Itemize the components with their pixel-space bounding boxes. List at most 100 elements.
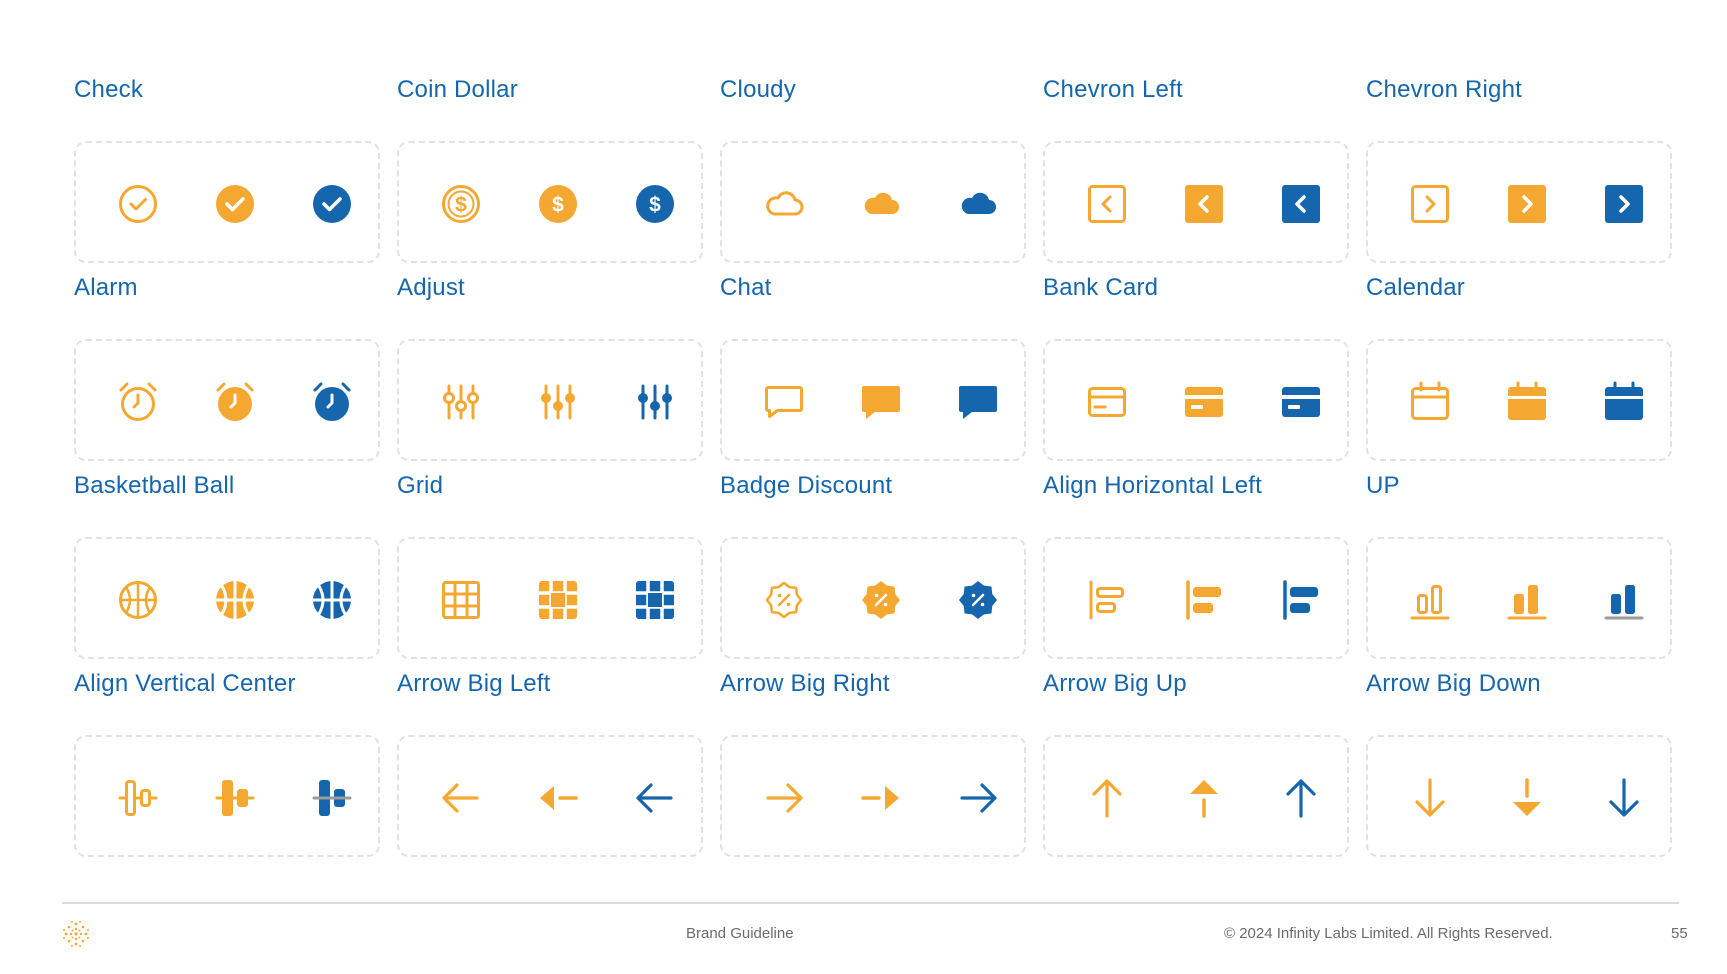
align-horizontal-left-icon xyxy=(1182,578,1226,622)
icon-card xyxy=(1366,735,1672,857)
icon-card xyxy=(720,537,1026,659)
arrow-left-icon xyxy=(439,776,483,820)
icon-card: $ $ $ xyxy=(397,141,703,263)
icon-set-align-vertical-center: Align Vertical Center xyxy=(74,654,380,857)
page-number: 55 xyxy=(1671,925,1688,942)
icon-set-arrow-big-right: Arrow Big Right xyxy=(720,654,1026,857)
bar-chart-up-icon xyxy=(1408,578,1452,622)
icon-set-adjust: Adjust xyxy=(397,258,703,461)
cloud-icon xyxy=(762,182,806,226)
icon-set-title: Check xyxy=(74,76,144,103)
icon-card xyxy=(1366,339,1672,461)
icon-set-title: Arrow Big Up xyxy=(1043,670,1187,697)
svg-text:$: $ xyxy=(455,194,467,217)
badge-discount-icon xyxy=(859,578,903,622)
basketball-icon xyxy=(116,578,160,622)
svg-text:$: $ xyxy=(649,194,661,217)
icon-set-title: UP xyxy=(1366,472,1400,499)
arrow-right-icon xyxy=(762,776,806,820)
icon-set-coin-dollar: Coin Dollar $ $ $ xyxy=(397,60,703,263)
icon-set-up: UP xyxy=(1366,456,1672,659)
chevron-left-icon xyxy=(1279,182,1323,226)
arrow-right-icon xyxy=(956,776,1000,820)
cloud-icon xyxy=(859,182,903,226)
calendar-icon xyxy=(1408,380,1452,424)
icon-grid: Check Coin Dollar $ $ $ Cloudy Chevron Left… xyxy=(74,60,1672,857)
icon-set-title: Arrow Big Left xyxy=(397,670,551,697)
icon-set-title: Bank Card xyxy=(1043,274,1159,301)
align-vertical-center-icon xyxy=(213,776,257,820)
icon-set-title: Adjust xyxy=(397,274,465,301)
chevron-left-icon xyxy=(1085,182,1129,226)
icon-card xyxy=(74,141,380,263)
footer-copyright: © 2024 Infinity Labs Limited. All Rights… xyxy=(1224,925,1553,942)
icon-card xyxy=(1043,735,1349,857)
icon-card xyxy=(74,735,380,857)
dotted-star-logo-icon xyxy=(60,918,92,950)
coin-dollar-icon: $ xyxy=(536,182,580,226)
icon-set-bank-card: Bank Card xyxy=(1043,258,1349,461)
icon-set-title: Chevron Right xyxy=(1366,76,1523,103)
arrow-left-icon xyxy=(633,776,677,820)
arrow-left-icon xyxy=(536,776,580,820)
align-vertical-center-icon xyxy=(116,776,160,820)
icon-set-title: Chevron Left xyxy=(1043,76,1183,103)
calendar-icon xyxy=(1602,380,1646,424)
adjust-icon xyxy=(633,380,677,424)
check-circle-icon xyxy=(213,182,257,226)
footer-divider xyxy=(62,902,1679,904)
icon-set-basketball: Basketball Ball xyxy=(74,456,380,659)
chevron-right-icon xyxy=(1505,182,1549,226)
icon-set-title: Cloudy xyxy=(720,76,796,103)
grid-icon xyxy=(633,578,677,622)
icon-set-title: Chat xyxy=(720,274,772,301)
arrow-up-icon xyxy=(1182,776,1226,820)
icon-set-title: Grid xyxy=(397,472,444,499)
icon-set-title: Badge Discount xyxy=(720,472,893,499)
align-horizontal-left-icon xyxy=(1085,578,1129,622)
icon-set-title: Basketball Ball xyxy=(74,472,235,499)
icon-card xyxy=(397,339,703,461)
grid-icon xyxy=(439,578,483,622)
icon-card xyxy=(1366,141,1672,263)
icon-set-check: Check xyxy=(74,60,380,263)
cloud-icon xyxy=(956,182,1000,226)
icon-set-title: Alarm xyxy=(74,274,138,301)
icon-set-arrow-big-left: Arrow Big Left xyxy=(397,654,703,857)
icon-set-chevron-left: Chevron Left xyxy=(1043,60,1349,263)
chat-icon xyxy=(859,380,903,424)
bank-card-icon xyxy=(1085,380,1129,424)
check-circle-icon xyxy=(116,182,160,226)
icon-set-alarm: Alarm xyxy=(74,258,380,461)
alarm-icon xyxy=(213,380,257,424)
icon-set-title: Align Horizontal Left xyxy=(1043,472,1262,499)
icon-card xyxy=(720,339,1026,461)
icon-set-title: Coin Dollar xyxy=(397,76,518,103)
icon-card xyxy=(720,141,1026,263)
coin-dollar-icon: $ xyxy=(633,182,677,226)
bank-card-icon xyxy=(1182,380,1226,424)
alarm-icon xyxy=(116,380,160,424)
bank-card-icon xyxy=(1279,380,1323,424)
align-horizontal-left-icon xyxy=(1279,578,1323,622)
check-circle-icon xyxy=(310,182,354,226)
icon-card xyxy=(1043,339,1349,461)
icon-set-title: Arrow Big Right xyxy=(720,670,890,697)
icon-set-align-horizontal-left: Align Horizontal Left xyxy=(1043,456,1349,659)
svg-text:$: $ xyxy=(552,194,564,217)
icon-set-badge-discount: Badge Discount xyxy=(720,456,1026,659)
bar-chart-up-icon xyxy=(1505,578,1549,622)
basketball-icon xyxy=(310,578,354,622)
basketball-icon xyxy=(213,578,257,622)
adjust-icon xyxy=(439,380,483,424)
icon-set-title: Calendar xyxy=(1366,274,1465,301)
icon-set-arrow-big-down: Arrow Big Down xyxy=(1366,654,1672,857)
align-vertical-center-icon xyxy=(310,776,354,820)
icon-card xyxy=(1043,537,1349,659)
arrow-up-icon xyxy=(1085,776,1129,820)
icon-set-arrow-big-up: Arrow Big Up xyxy=(1043,654,1349,857)
icon-set-chevron-right: Chevron Right xyxy=(1366,60,1672,263)
bar-chart-up-icon xyxy=(1602,578,1646,622)
icon-set-title: Arrow Big Down xyxy=(1366,670,1541,697)
icon-card xyxy=(397,537,703,659)
